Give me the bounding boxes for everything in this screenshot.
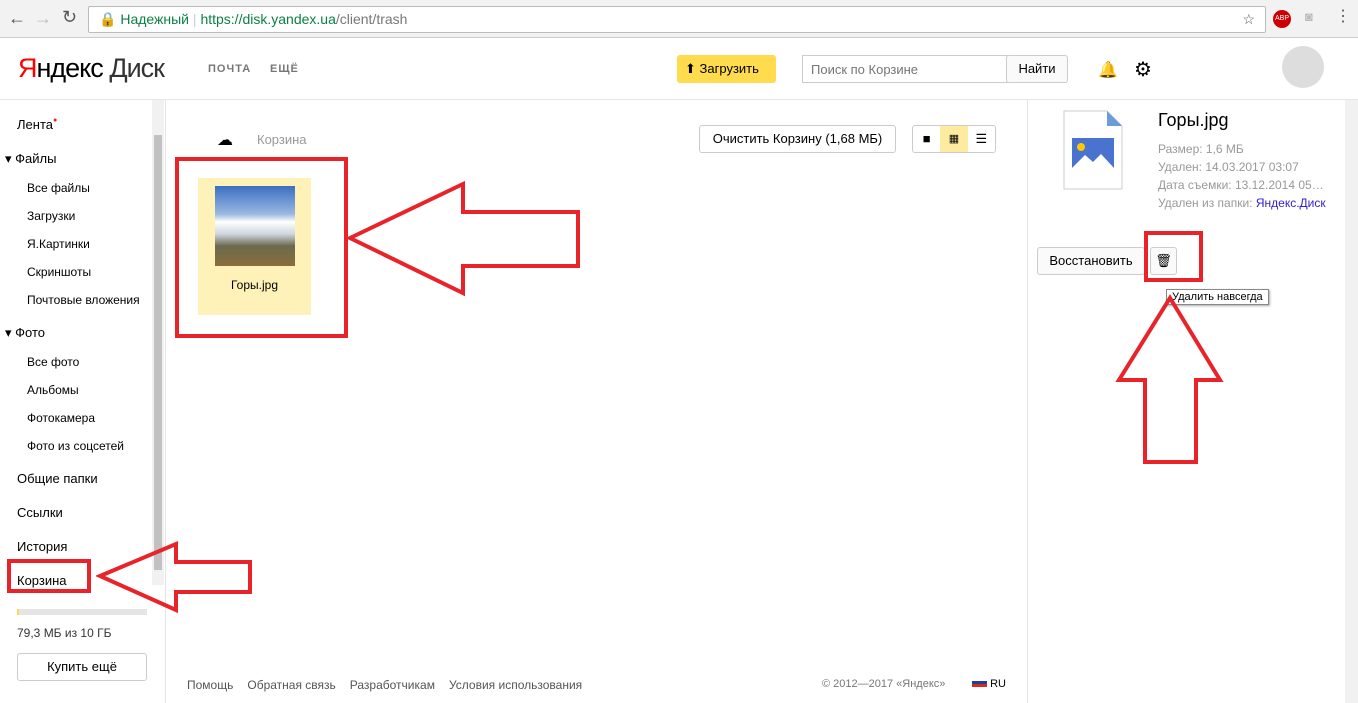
buy-more-button[interactable]: Купить ещё xyxy=(17,653,147,681)
language-switch[interactable]: RU xyxy=(972,678,1006,690)
details-title: Горы.jpg xyxy=(1158,110,1229,130)
sidebar-item-label: Альбомы xyxy=(27,383,79,397)
chevron-down-icon: ▾ xyxy=(5,325,16,340)
sidebar-item-label: Все файлы xyxy=(27,181,90,195)
bookmark-star-icon[interactable]: ☆ xyxy=(1242,7,1255,32)
sidebar-item-label: Почтовые вложения xyxy=(27,293,140,307)
camera-icon[interactable]: ◙ xyxy=(1305,9,1313,24)
view-list-icon[interactable]: ☰ xyxy=(968,126,995,152)
sidebar-item[interactable]: Скриншоты xyxy=(27,265,91,279)
main-area: ☁ Корзина Очистить Корзину (1,68 МБ) ■ ▦… xyxy=(167,100,1027,703)
copyright: © 2012—2017 «Яндекс» xyxy=(822,678,946,690)
sidebar-item[interactable]: Общие папки xyxy=(17,471,98,486)
yandex-disk-logo[interactable]: Яндекс Диск xyxy=(18,53,165,84)
url-path: /client/trash xyxy=(335,11,408,27)
upload-button[interactable]: ⬆ Загрузить xyxy=(677,55,776,83)
sidebar-item[interactable]: Загрузки xyxy=(27,209,75,223)
sidebar-item-label: Ссылки xyxy=(17,505,63,520)
sidebar-item-label: Фото из соцсетей xyxy=(27,439,125,453)
gear-icon[interactable]: ⚙ xyxy=(1134,57,1152,82)
sidebar-item[interactable]: Фото из соцсетей xyxy=(27,439,124,453)
bell-icon[interactable]: 🔔 xyxy=(1098,60,1118,80)
annotation-arrow-left xyxy=(345,180,580,297)
lock-icon: 🔒 xyxy=(99,11,117,27)
logo-disk: Диск xyxy=(109,53,165,83)
view-large-tiles-icon[interactable]: ■ xyxy=(913,126,940,152)
annotation-box xyxy=(7,559,91,593)
sidebar-item-label: Я.Картинки xyxy=(27,237,90,251)
sidebar-item[interactable]: Лента● xyxy=(17,117,57,132)
address-bar[interactable]: 🔒 Надежный | https://disk.yandex.ua/clie… xyxy=(88,6,1266,33)
reload-icon[interactable]: ↻ xyxy=(62,7,77,28)
sidebar-item[interactable]: Все файлы xyxy=(27,181,90,195)
details-deleted: Удален: 14.03.2017 03:07 xyxy=(1158,160,1299,174)
sidebar: Лента● ▾ Файлы Все файлы Загрузки Я.Картинки… xyxy=(0,100,252,703)
sidebar-item[interactable]: ▾ Файлы xyxy=(5,151,56,167)
sidebar-item[interactable]: ▾ Фото xyxy=(5,325,45,341)
annotation-box xyxy=(1144,231,1203,282)
back-icon[interactable]: ← xyxy=(8,8,26,29)
sidebar-item[interactable]: Я.Картинки xyxy=(27,237,90,251)
footer-link-help[interactable]: Помощь xyxy=(187,678,233,692)
details-from-label: Удален из папки: xyxy=(1158,196,1253,210)
sidebar-item[interactable]: Альбомы xyxy=(27,383,79,397)
details-shot-date: Дата съемки: 13.12.2014 05… xyxy=(1158,178,1324,192)
footer-link-terms[interactable]: Условия использования xyxy=(449,678,582,692)
breadcrumb: Корзина xyxy=(257,132,307,147)
app-header: Яндекс Диск ПОЧТА ЕЩЁ ⬆ Загрузить Найти … xyxy=(0,38,1358,100)
secure-label: Надежный xyxy=(120,11,190,27)
footer-link-feedback[interactable]: Обратная связь xyxy=(247,678,335,692)
nav-mail[interactable]: ПОЧТА xyxy=(208,63,251,75)
adblock-icon[interactable]: ABP xyxy=(1273,10,1291,28)
sidebar-item[interactable]: Фотокамера xyxy=(27,411,95,425)
sidebar-item[interactable]: История xyxy=(17,539,67,554)
search-input[interactable] xyxy=(802,55,1008,83)
sidebar-item[interactable]: Ссылки xyxy=(17,505,63,520)
sidebar-item-label: Загрузки xyxy=(27,209,76,223)
lang-label: RU xyxy=(990,678,1006,690)
clear-trash-button[interactable]: Очистить Корзину (1,68 МБ) xyxy=(699,125,896,153)
image-file-icon xyxy=(1063,110,1123,190)
sidebar-item[interactable]: Все фото xyxy=(27,355,79,369)
sidebar-scrollbar[interactable] xyxy=(152,100,164,585)
sidebar-item-label: Скриншоты xyxy=(27,265,92,279)
sidebar-item[interactable]: Почтовые вложения xyxy=(27,293,140,307)
avatar[interactable] xyxy=(1282,46,1324,88)
menu-icon[interactable]: ⋮ xyxy=(1335,6,1351,26)
search-button[interactable]: Найти xyxy=(1006,55,1068,83)
trash-icon: ☁ xyxy=(217,132,233,149)
annotation-box xyxy=(175,157,348,338)
page-scrollbar[interactable] xyxy=(1345,100,1358,703)
sidebar-item-label: История xyxy=(17,539,68,554)
logo: ндекс xyxy=(36,53,104,83)
annotation-arrow-up xyxy=(1115,294,1224,464)
restore-button[interactable]: Восстановить xyxy=(1037,247,1145,275)
sidebar-item-label: Лента xyxy=(17,117,53,132)
details-from-link[interactable]: Яндекс.Диск xyxy=(1256,196,1326,210)
storage-text: 79,3 МБ из 10 ГБ xyxy=(17,626,112,640)
nav-more[interactable]: ЕЩЁ xyxy=(270,63,299,75)
sidebar-item-label: Все фото xyxy=(27,355,80,369)
upload-label: Загрузить xyxy=(699,61,759,76)
url-host: https://disk.yandex.ua xyxy=(200,11,336,27)
upload-icon: ⬆ xyxy=(685,61,696,76)
forward-icon[interactable]: → xyxy=(34,8,52,29)
footer-link-developers[interactable]: Разработчикам xyxy=(350,678,435,692)
sidebar-item-label: Фотокамера xyxy=(27,411,96,425)
details-size: Размер: 1,6 МБ xyxy=(1158,142,1244,156)
browser-toolbar: ← → ↻ 🔒 Надежный | https://disk.yandex.u… xyxy=(0,0,1358,38)
footer-links: Помощь Обратная связь Разработчикам Условия… xyxy=(187,677,596,692)
sidebar-item-label: Фото xyxy=(15,325,46,340)
sidebar-item-label: Общие папки xyxy=(17,471,98,486)
sidebar-item-label: Файлы xyxy=(15,151,57,166)
view-tiles-icon[interactable]: ▦ xyxy=(940,126,968,152)
view-switcher: ■ ▦ ☰ xyxy=(912,125,996,153)
flag-icon xyxy=(972,678,987,687)
details-panel: Горы.jpg Размер: 1,6 МБ Удален: 14.03.20… xyxy=(1027,100,1345,703)
chevron-down-icon: ▾ xyxy=(5,151,16,166)
notification-dot: ● xyxy=(52,117,58,124)
